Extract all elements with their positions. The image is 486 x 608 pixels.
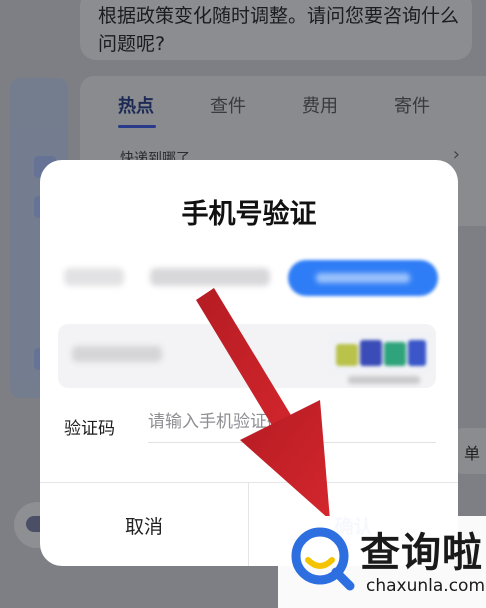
phone-number-row [64,260,438,296]
tab-hot[interactable]: 热点 [118,92,154,118]
captcha-input-blurred[interactable] [72,346,162,362]
tab-tracking[interactable]: 查件 [210,92,246,118]
captcha-image[interactable] [330,332,430,372]
captcha-row [58,324,436,388]
phone-number-blurred [150,268,270,286]
question-tabs: 热点 查件 费用 寄件 [118,92,430,118]
right-chip-label: 单 [464,444,481,463]
active-tab-indicator [118,125,156,128]
tab-send[interactable]: 寄件 [394,92,430,118]
chat-bubble: 根据政策变化随时调整。请问您要咨询什么问题呢? [80,0,472,60]
verify-code-label: 验证码 [64,419,115,439]
chevron-right-icon: › [452,144,460,165]
chat-text: 根据政策变化随时调整。请问您要咨询什么问题呢? [98,5,460,55]
right-edge-chip[interactable]: 单 [456,428,486,474]
magnifier-logo-icon [291,527,355,591]
get-code-button[interactable] [288,260,438,296]
verify-code-input[interactable] [148,404,436,440]
input-underline [148,442,436,443]
watermark: 查询啦 chaxunla.com [278,516,486,608]
phone-label-blurred [64,268,124,286]
tab-fees[interactable]: 费用 [302,92,338,118]
watermark-url: chaxunla.com [366,576,485,596]
phone-verification-dialog: 手机号验证 验证码 取消 确认 [40,160,458,566]
cancel-button[interactable]: 取消 [40,483,248,566]
captcha-refresh-link[interactable] [348,376,420,384]
dialog-title: 手机号验证 [181,199,317,230]
watermark-brand: 查询啦 [360,530,483,576]
